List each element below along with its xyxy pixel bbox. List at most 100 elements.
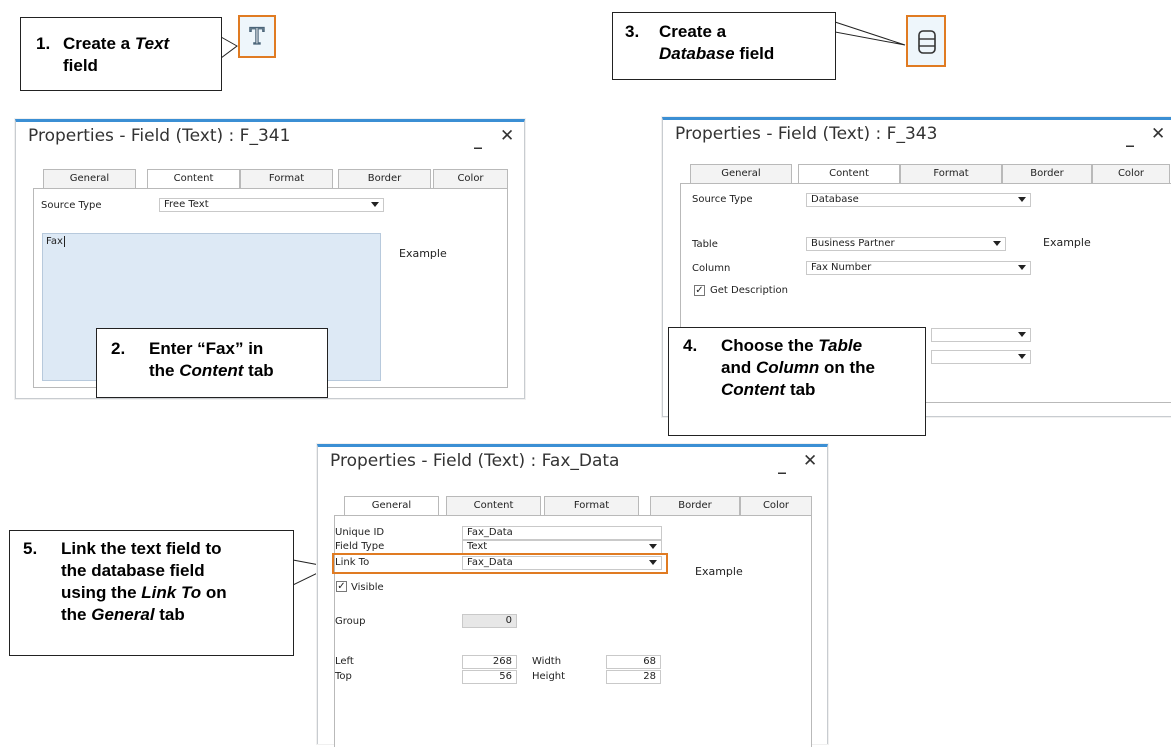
callout-3-text-a: Create a [659,22,727,41]
link-to-value: Fax_Data [467,557,513,568]
extra-select-1[interactable] [931,328,1031,342]
field-type-value: Text [467,541,488,552]
chevron-down-icon [649,544,657,549]
callout-4-text-b: Table [818,336,863,355]
column-select[interactable]: Fax Number [806,261,1031,275]
source-type-value: Free Text [164,199,209,210]
field-type-select[interactable]: Text [462,540,662,554]
callout-4-number: 4. [683,336,698,355]
callout-3-text-c: field [734,44,775,63]
tab-content[interactable]: Content [446,496,541,515]
callout-2-text-c: Content [179,361,244,380]
callout-2-number: 2. [111,339,126,358]
tab-general[interactable]: General [344,496,439,516]
left-label: Left [335,656,354,667]
callout-5-text-a: Link the text field to [61,539,222,558]
group-label: Group [335,616,366,627]
callout-4-text-d: Column [755,358,820,377]
tab-format[interactable]: Format [544,496,639,515]
callout-5-text-c: using the [61,583,142,602]
general-panel: Unique ID Fax_Data Field Type Text Link … [332,515,812,747]
tab-color[interactable]: Color [740,496,812,515]
callout-5-number: 5. [23,539,38,558]
callout-4-text-a: Choose the [721,336,819,355]
close-button[interactable]: ✕ [1151,124,1165,144]
database-tool-icon[interactable] [906,15,946,67]
source-type-select[interactable]: Database [806,193,1031,207]
callout-4-text-g: tab [785,380,816,399]
example-label: Example [695,565,743,578]
properties-dialog-fax-data: Properties - Field (Text) : Fax_Data _ ✕… [317,444,828,747]
group-input[interactable]: 0 [462,614,517,628]
top-label: Top [335,671,352,682]
chevron-down-icon [649,560,657,565]
callout-4-text-c: and [721,358,756,377]
callout-4: 4. Choose the Table and Column on the Co… [668,327,926,436]
example-label: Example [1043,236,1091,249]
callout-3-number: 3. [625,22,640,41]
top-input[interactable]: 56 [462,670,517,684]
tab-general[interactable]: General [43,169,136,188]
get-description-label: Get Description [710,285,788,296]
table-label: Table [692,239,718,250]
callout-2-text-b: the [149,361,180,380]
dialog-title: Properties - Field (Text) : F_343 [675,124,938,144]
callout-1-pointer [220,36,238,59]
unique-id-input[interactable]: Fax_Data [462,526,662,540]
chevron-down-icon [1018,265,1026,270]
minimize-button[interactable]: _ [1126,128,1134,147]
callout-5-text-b: the database field [61,561,205,580]
close-button[interactable]: ✕ [803,451,817,471]
tab-border[interactable]: Border [1002,164,1092,183]
close-button[interactable]: ✕ [500,126,514,146]
extra-select-2[interactable] [931,350,1031,364]
table-select[interactable]: Business Partner [806,237,1006,251]
callout-3: 3. Create a Database field [612,12,836,80]
callout-4-text-f: Content [721,380,786,399]
chevron-down-icon [1018,354,1026,359]
visible-checkbox[interactable]: ✓ [336,581,347,592]
tab-color[interactable]: Color [433,169,508,188]
minimize-button[interactable]: _ [778,455,786,474]
example-label: Example [399,247,447,260]
chevron-down-icon [1018,332,1026,337]
link-to-select[interactable]: Fax_Data [462,556,662,570]
table-value: Business Partner [811,238,895,249]
width-input[interactable]: 68 [606,655,661,669]
minimize-button[interactable]: _ [474,130,482,149]
chevron-down-icon [371,202,379,207]
callout-2-text-a: Enter “Fax” in [149,339,264,358]
tab-general[interactable]: General [690,164,792,183]
tab-border[interactable]: Border [650,496,740,515]
get-description-checkbox[interactable]: ✓ [694,285,705,296]
callout-5-text-h: tab [154,605,185,624]
tab-border[interactable]: Border [338,169,431,188]
tab-color[interactable]: Color [1092,164,1170,183]
source-type-select[interactable]: Free Text [159,198,384,212]
callout-1-number: 1. [36,34,51,53]
height-input[interactable]: 28 [606,670,661,684]
callout-5-text-e: on [201,583,227,602]
tab-content[interactable]: Content [147,169,240,189]
field-type-label: Field Type [335,541,385,552]
source-type-label: Source Type [41,200,102,211]
content-text: Fax [46,236,63,247]
tab-format[interactable]: Format [240,169,333,188]
width-label: Width [532,656,562,667]
callout-1-text-b: Text [134,34,170,53]
source-type-value: Database [811,194,859,205]
chevron-down-icon [1018,197,1026,202]
callout-1-text-a: Create a [63,34,135,53]
chevron-down-icon [993,241,1001,246]
callout-3-pointer [834,21,906,46]
column-label: Column [692,263,731,274]
column-value: Fax Number [811,262,872,273]
tab-content[interactable]: Content [798,164,900,184]
svg-text:T: T [250,25,265,50]
text-tool-icon[interactable]: T [238,15,276,58]
callout-1: 1. Create a Text field [20,17,222,91]
tab-format[interactable]: Format [900,164,1002,183]
callout-3-text-b: Database [659,44,735,63]
left-input[interactable]: 268 [462,655,517,669]
visible-label: Visible [351,582,384,593]
